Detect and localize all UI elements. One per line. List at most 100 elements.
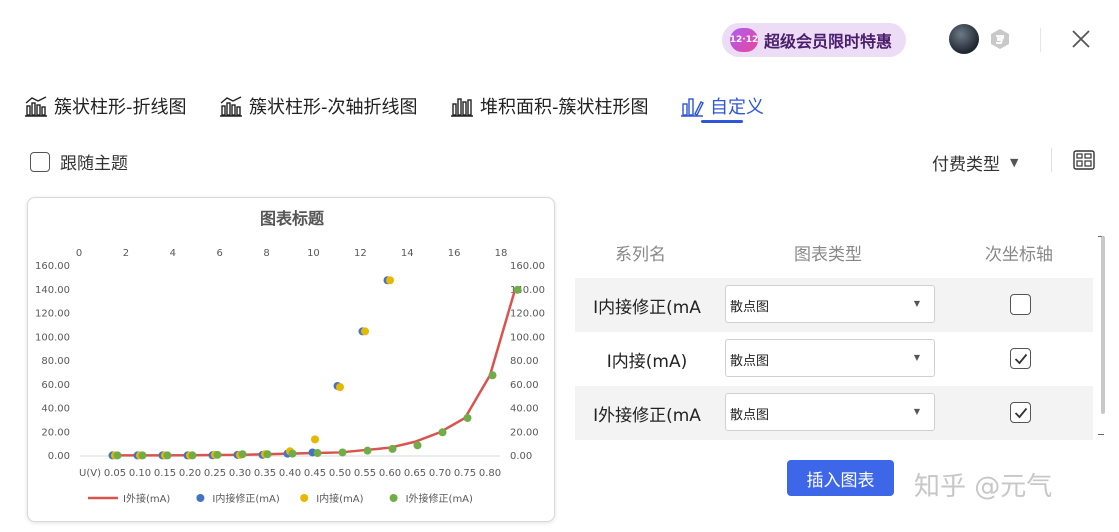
x-tick-label: 0.70: [429, 468, 451, 479]
options-divider: [1051, 148, 1052, 172]
caret-down-icon: ▼: [913, 407, 920, 416]
tab-stacked-area-clustered-column[interactable]: 堆积面积-簇状柱形图: [450, 88, 649, 124]
caret-down-icon: ▼: [913, 353, 920, 362]
user-avatar[interactable]: [949, 24, 979, 54]
y-tick-label: 0.00: [48, 451, 70, 462]
y2-tick-label: 20.00: [510, 427, 539, 438]
y-tick-label: 100.00: [35, 332, 70, 343]
scatter-point: [438, 428, 447, 437]
series-scrollbar[interactable]: [1098, 196, 1106, 436]
custom-chart-icon: [681, 98, 704, 117]
legend-dot-swatch: [389, 494, 398, 502]
chart-type-value: 散点图: [730, 354, 770, 369]
scatter-point: [288, 449, 297, 458]
series-row: I外接修正(mA 散点图 ▼: [575, 386, 1093, 440]
series-line-i-outer: [115, 289, 517, 457]
y-tick-label: 160.00: [35, 261, 70, 272]
checkmark-icon: [1014, 353, 1027, 364]
col-header-secondary-axis: 次坐标轴: [985, 245, 1053, 265]
secondary-axis-checkbox[interactable]: [1010, 348, 1031, 369]
tab-label: 自定义: [710, 97, 764, 118]
y-tick-label: 40.00: [41, 404, 70, 415]
membership-badge-icon[interactable]: [988, 27, 1012, 51]
tab-custom[interactable]: 自定义: [680, 88, 764, 124]
scatter-point: [413, 441, 422, 450]
series-name: I外接修正(mA: [593, 406, 701, 426]
y-tick-label: 80.00: [41, 356, 70, 367]
scatter-point: [188, 451, 197, 460]
legend-label: I外接修正(mA): [406, 492, 473, 505]
top-x-tick-label: 12: [354, 248, 367, 259]
y2-tick-label: 0.00: [510, 451, 532, 462]
x-tick-label: 0.40: [279, 468, 301, 479]
bar-chart-icon: [451, 98, 473, 117]
series-name: I内接修正(mA: [593, 298, 701, 318]
legend-dot-swatch: [196, 494, 205, 502]
secondary-axis-checkbox[interactable]: [1010, 294, 1031, 315]
legend-label: I外接(mA): [123, 492, 170, 505]
chart-type-select[interactable]: 散点图 ▼: [725, 339, 935, 377]
top-x-tick-label: 10: [307, 248, 320, 259]
y2-tick-label: 40.00: [510, 404, 539, 415]
series-config-panel: 系列名 图表类型 次坐标轴 I内接修正(mA 散点图 ▼ I内接(mA) 散点图…: [575, 232, 1095, 442]
follow-theme-checkbox[interactable]: [30, 151, 50, 172]
col-header-series-name: 系列名: [615, 245, 666, 265]
follow-theme-toggle[interactable]: 跟随主题: [30, 149, 128, 174]
legend-label: I内接修正(mA): [212, 492, 279, 505]
insert-chart-button[interactable]: 插入图表: [787, 460, 894, 496]
tab-clustered-column-line[interactable]: 簇状柱形-折线图: [24, 88, 187, 124]
chart-type-value: 散点图: [730, 408, 770, 423]
tab-clustered-column-secondary-line[interactable]: 簇状柱形-次轴折线图: [219, 88, 418, 124]
vip-promo-text: 超级会员限时特惠: [764, 32, 893, 51]
combo-chart-icon: [25, 96, 47, 117]
legend-dot-swatch: [300, 494, 309, 502]
scatter-point: [163, 451, 172, 460]
y2-tick-label: 60.00: [510, 380, 539, 391]
y2-tick-label: 80.00: [510, 356, 539, 367]
scrollbar-thumb[interactable]: [1101, 236, 1105, 414]
secondary-axis-checkbox[interactable]: [1010, 402, 1031, 423]
x-tick-label: 0.55: [354, 468, 376, 479]
combo-chart-icon: [220, 96, 242, 117]
x-tick-label: 0.60: [379, 468, 401, 479]
vip-event-icon: 12·12: [730, 28, 758, 52]
scatter-point: [336, 383, 344, 392]
scatter-point: [488, 371, 497, 380]
series-name: I内接(mA): [606, 352, 688, 372]
x-tick-label: 0.35: [254, 468, 276, 479]
pay-type-label: 付费类型: [932, 155, 1000, 175]
scatter-point: [238, 450, 247, 459]
grid-view-icon[interactable]: [1073, 150, 1095, 170]
header-divider: [1040, 28, 1041, 52]
chart-type-select[interactable]: 散点图 ▼: [725, 285, 935, 323]
pay-type-dropdown[interactable]: 付费类型 ▼: [932, 150, 1018, 175]
col-header-chart-type: 图表类型: [794, 245, 862, 265]
top-x-tick-label: 2: [123, 248, 129, 259]
x-tick-label: 0.50: [329, 468, 351, 479]
top-x-tick-label: 14: [401, 248, 414, 259]
vip-promo-badge[interactable]: 12·12 超级会员限时特惠: [722, 23, 906, 57]
scatter-point: [386, 276, 394, 285]
chart-preview[interactable]: 图表标题 0 2 4 6 8 10 12 14 16 18 0.00 0.00 20.00 20.00 40.…: [27, 197, 555, 522]
chart-svg: 图表标题 0 2 4 6 8 10 12 14 16 18 0.00 0.00 20.00 20.00 40.…: [35, 209, 545, 505]
x-tick-label: 0.75: [454, 468, 476, 479]
scatter-point: [338, 448, 347, 457]
x-tick-label: 0.05: [104, 468, 126, 479]
y-tick-label: 140.00: [35, 285, 70, 296]
x-tick-label: 0.30: [229, 468, 251, 479]
x-tick-label: 0.45: [304, 468, 326, 479]
scatter-point: [113, 451, 122, 460]
chart-type-select[interactable]: 散点图 ▼: [725, 393, 935, 431]
y-tick-label: 60.00: [41, 380, 70, 391]
y2-tick-label: 100.00: [510, 332, 545, 343]
close-icon[interactable]: [1070, 28, 1092, 50]
dialog-header: 12·12 超级会员限时特惠: [0, 0, 1119, 80]
y2-tick-label: 120.00: [510, 309, 545, 320]
x-tick-label: 0.10: [129, 468, 151, 479]
scatter-point: [263, 450, 272, 459]
caret-down-icon: ▼: [1010, 156, 1019, 169]
top-x-tick-label: 0: [76, 248, 82, 259]
top-x-tick-label: 18: [495, 248, 508, 259]
y-tick-label: 20.00: [41, 427, 70, 438]
series-row: I内接(mA) 散点图 ▼: [575, 332, 1093, 386]
